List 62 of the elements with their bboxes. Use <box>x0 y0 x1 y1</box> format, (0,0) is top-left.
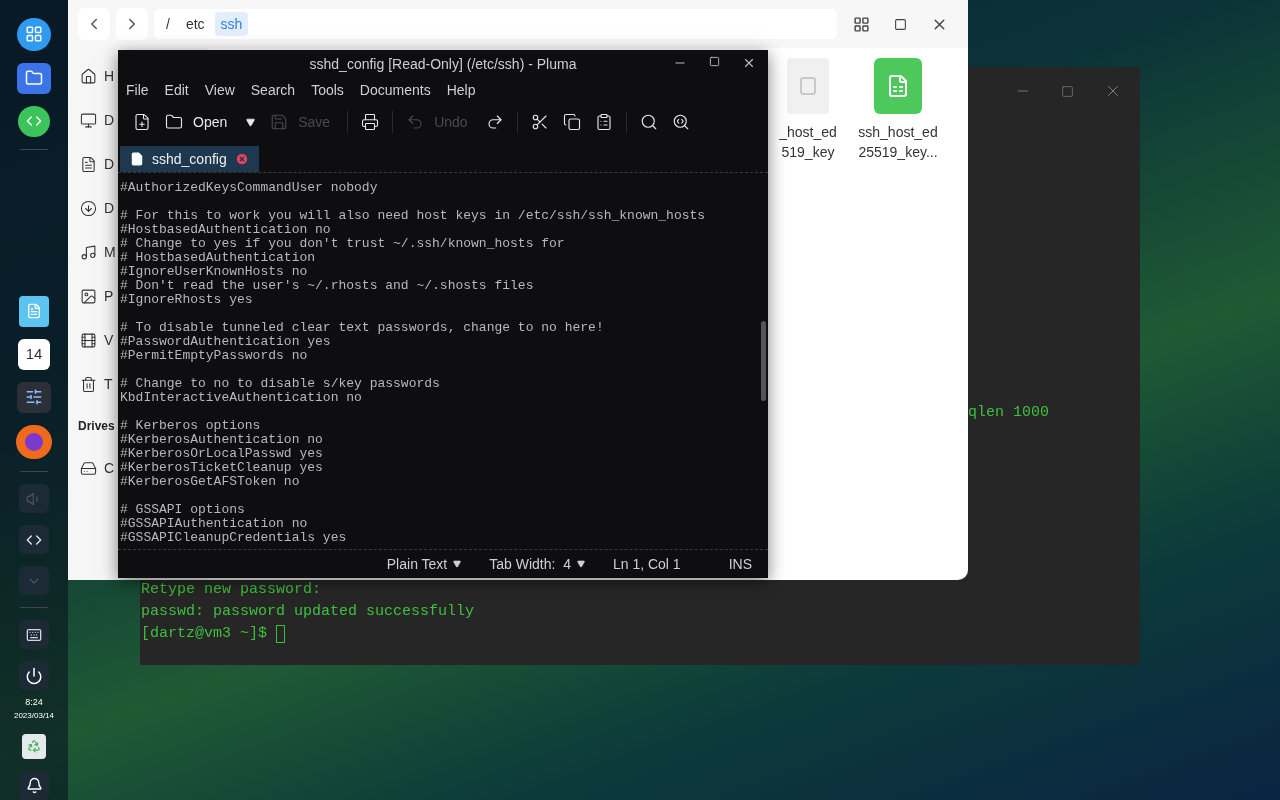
file-name: 519_key <box>781 143 835 162</box>
sidebar-item[interactable]: H <box>80 54 115 98</box>
terminal-line: qlen 1000 <box>968 402 1049 423</box>
breadcrumb-item[interactable]: etc <box>179 12 211 36</box>
menu-item[interactable]: View <box>204 79 235 101</box>
code-line: # To disable tunneled clear text passwords, change to no here! <box>120 321 605 335</box>
code-line: #KerberosOrLocalPasswd yes <box>120 447 324 461</box>
calendar-app[interactable]: 14 <box>18 338 50 370</box>
menu-item[interactable]: Tools <box>311 79 344 101</box>
sidebar-item[interactable]: P <box>80 274 114 318</box>
menu-item[interactable]: Help <box>446 79 476 101</box>
menu-item[interactable]: File <box>126 79 149 101</box>
code-line: #AuthorizedKeysCommandUser nobody <box>120 181 379 195</box>
sidebar-item[interactable]: T <box>80 362 113 406</box>
breadcrumb-item[interactable]: ssh <box>214 12 249 36</box>
menu-item[interactable]: Search <box>250 79 296 101</box>
breadcrumb-item[interactable]: / <box>160 12 176 36</box>
document-tab[interactable]: sshd_config <box>120 146 259 172</box>
code-line: # HostbasedAuthentication <box>120 251 317 265</box>
file-name: ssh_host_ed <box>858 123 938 142</box>
code-line: # For this to work you will also need host keys in /etc/ssh/ssh_known_hosts <box>120 209 707 223</box>
key-file[interactable]: ssh_host_ed 25519_key... <box>848 58 948 162</box>
open-button[interactable]: Open <box>160 108 237 136</box>
status-text: Ln 1, Col 1 <box>612 554 681 574</box>
code-line: # Kerberos options <box>120 419 262 433</box>
clock-date: 2023/03/14 <box>13 709 54 722</box>
code-line: # Change to no to disable s/key passwords <box>120 377 441 391</box>
code-line: #IgnoreRhosts yes <box>120 293 254 307</box>
sidebar-item[interactable]: D <box>80 186 115 230</box>
menu-item[interactable]: Edit <box>164 79 189 101</box>
sidebar-item[interactable]: V <box>80 318 114 362</box>
section-heading: Drives <box>78 418 115 435</box>
code-line: #KerberosTicketCleanup yes <box>120 461 324 475</box>
code-line: #GSSAPICleanupCredentials yes <box>120 531 348 545</box>
terminal-line: passwd: password updated successfully <box>141 601 475 622</box>
sidebar-item[interactable]: C <box>80 446 115 490</box>
code-line: #KerberosAuthentication no <box>120 433 324 447</box>
code-line: # Change to yes if you don't trust ~/.ssh/known_hosts for <box>120 237 566 251</box>
terminal-line: Retype new password: <box>141 579 322 600</box>
key-file[interactable]: _host_ed 519_key <box>768 58 848 162</box>
code-line: #PasswordAuthentication yes <box>120 335 332 349</box>
file-name: _host_ed <box>779 123 837 142</box>
terminal-line: [dartz@vm3 ~]$ <box>141 623 269 644</box>
status-text: INS <box>727 554 752 574</box>
status-dropdown[interactable]: Plain Text <box>386 553 462 575</box>
sidebar-item[interactable]: D <box>80 142 115 186</box>
status-dropdown[interactable]: Tab Width: 4 <box>489 553 585 575</box>
code-line: #PermitEmptyPasswords no <box>120 349 309 363</box>
code-line: # GSSAPI options <box>120 503 246 517</box>
address-bar[interactable]: / etc ssh <box>154 9 837 39</box>
code-line: #KerberosGetAFSToken no <box>120 475 301 489</box>
code-line: #GSSAPIAuthentication no <box>120 517 309 531</box>
code-line: #HostbasedAuthentication no <box>120 223 332 237</box>
code-line: KbdInteractiveAuthentication no <box>120 391 363 405</box>
code-line: # Don't read the user's ~/.rhosts and ~/.shosts files <box>120 279 535 293</box>
window-title: sshd_config [Read-Only] (/etc/ssh) - Pluma <box>309 54 577 74</box>
file-name: 25519_key... <box>858 143 938 162</box>
menu-item[interactable]: Documents <box>359 79 431 101</box>
sidebar-item[interactable]: M <box>80 230 116 274</box>
sidebar-item[interactable]: D <box>80 98 115 142</box>
code-line: #IgnoreUserKnownHosts no <box>120 265 309 279</box>
clock-time: 8:24 <box>25 696 43 710</box>
